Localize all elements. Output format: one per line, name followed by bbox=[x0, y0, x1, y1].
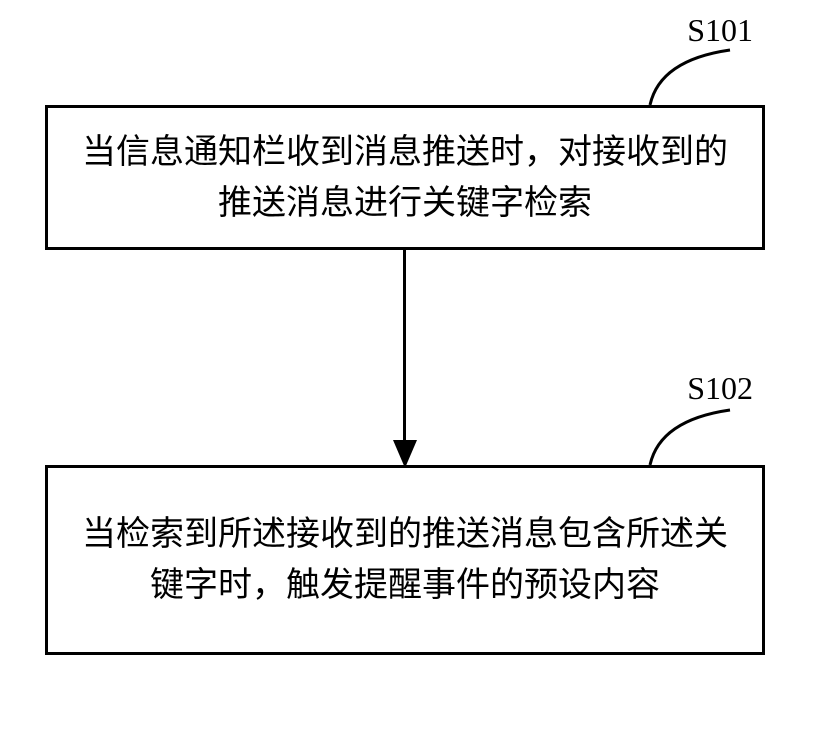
step-text-s101: 当信息通知栏收到消息推送时，对接收到的推送消息进行关键字检索 bbox=[78, 127, 732, 229]
step-box-s101: 当信息通知栏收到消息推送时，对接收到的推送消息进行关键字检索 bbox=[45, 105, 765, 250]
step-box-s102: 当检索到所述接收到的推送消息包含所述关键字时，触发提醒事件的预设内容 bbox=[45, 465, 765, 655]
arrow-line bbox=[403, 250, 406, 445]
connector-curve-s102 bbox=[640, 400, 760, 465]
step-text-s102: 当检索到所述接收到的推送消息包含所述关键字时，触发提醒事件的预设内容 bbox=[78, 509, 732, 611]
flowchart-diagram: S101 当信息通知栏收到消息推送时，对接收到的推送消息进行关键字检索 S102… bbox=[0, 0, 833, 731]
arrow-head-icon bbox=[393, 440, 417, 468]
connector-curve-s101 bbox=[640, 40, 760, 105]
